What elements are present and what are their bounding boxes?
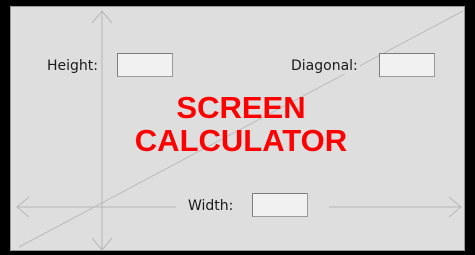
calculator-panel: Height: Diagonal: SCREEN CALCULATOR Widt… [10, 6, 465, 251]
app-title: SCREEN CALCULATOR [121, 91, 361, 157]
title-line-1: SCREEN [176, 90, 306, 125]
title-line-2: CALCULATOR [134, 123, 348, 158]
height-label: Height: [45, 58, 100, 74]
height-input[interactable] [117, 53, 173, 77]
diagonal-label: Diagonal: [289, 58, 360, 74]
diagonal-input[interactable] [379, 53, 435, 77]
width-label: Width: [186, 198, 236, 214]
width-input[interactable] [252, 193, 308, 217]
